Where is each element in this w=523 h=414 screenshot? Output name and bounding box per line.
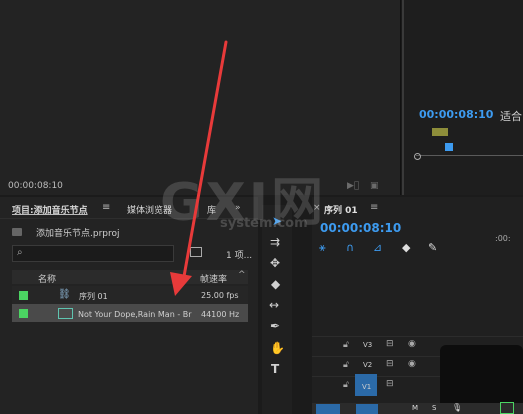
track-target-a1[interactable] <box>356 404 378 414</box>
column-header-name[interactable]: 名称 <box>38 272 56 285</box>
search-input[interactable] <box>12 245 174 262</box>
audio-clip-block[interactable] <box>500 402 514 414</box>
lock-icon[interactable]: 🔓︎ <box>343 360 349 370</box>
tab-project[interactable]: 项目:添加音乐节点 <box>12 203 88 216</box>
watermark-url: system.com <box>220 216 308 231</box>
solo-button[interactable]: S <box>432 404 436 412</box>
eye-icon[interactable]: ◉ <box>408 359 416 369</box>
audio-clip-icon <box>58 308 73 319</box>
source-patch-a1[interactable] <box>316 404 340 414</box>
panel-menu-icon[interactable]: ≡ <box>102 202 110 213</box>
settings-wrench-icon[interactable]: ✎ <box>428 241 437 254</box>
track-name: V2 <box>363 361 373 369</box>
export-frame-icon[interactable]: ▶⃞ <box>347 181 359 191</box>
razor-tool-icon[interactable]: ◆ <box>271 277 280 291</box>
track-select-tool-icon[interactable]: ⇉ <box>270 235 280 249</box>
eye-icon[interactable]: ◉ <box>408 339 416 349</box>
voiceover-record-icon[interactable]: 🎙︎ <box>452 403 462 412</box>
lock-icon[interactable]: 🔓︎ <box>343 340 349 350</box>
slip-tool-icon[interactable]: ↔ <box>269 298 279 312</box>
sort-arrow-icon[interactable]: ^ <box>238 270 246 280</box>
camera-icon[interactable]: ▣ <box>370 181 379 191</box>
sequence-icon: ⛓ <box>58 289 71 300</box>
program-monitor-panel <box>402 0 523 195</box>
label-color-swatch[interactable] <box>19 291 28 300</box>
hand-tool-icon[interactable]: ✋ <box>270 341 285 355</box>
new-bin-icon[interactable] <box>190 247 202 257</box>
nest-icon[interactable]: ⚹ <box>319 241 326 255</box>
timeline-timecode[interactable]: 00:00:08:10 <box>320 221 401 235</box>
sync-lock-icon[interactable]: ⊟ <box>386 379 394 389</box>
add-marker-icon[interactable]: ◆ <box>402 241 410 254</box>
item-name: Not Your Dope,Rain Man - Br <box>78 310 192 319</box>
timeline-tab-title[interactable]: 序列 01 <box>324 203 358 216</box>
snap-icon[interactable]: ∩ <box>346 241 354 254</box>
project-file-name: 添加音乐节点.prproj <box>36 229 120 239</box>
mute-button[interactable]: M <box>412 404 418 412</box>
panel-menu-icon[interactable]: ≡ <box>370 202 378 213</box>
item-name: 序列 01 <box>79 292 108 301</box>
ripple-edit-tool-icon[interactable]: ✥ <box>270 256 280 270</box>
scrub-start-handle[interactable] <box>414 153 421 160</box>
program-scrub-bar[interactable] <box>416 155 523 156</box>
sync-lock-icon[interactable]: ⊟ <box>386 339 394 349</box>
search-icon: ⌕ <box>17 247 23 258</box>
program-timecode[interactable]: 00:00:08:10 <box>419 108 493 121</box>
item-count: 1 项... <box>226 251 253 261</box>
sync-lock-icon[interactable]: ⊟ <box>386 359 394 369</box>
type-tool-icon[interactable]: T <box>271 362 279 376</box>
program-playhead[interactable] <box>445 143 453 151</box>
pen-tool-icon[interactable]: ✒ <box>270 319 280 333</box>
column-header-fps[interactable]: 帧速率 <box>200 272 227 285</box>
fit-zoom-select[interactable]: 适合 <box>500 108 522 124</box>
lock-icon[interactable]: 🔓︎ <box>343 380 349 390</box>
track-name: V3 <box>363 341 373 349</box>
label-color-swatch[interactable] <box>19 309 28 318</box>
ruler-time-label: :00: <box>495 234 511 243</box>
in-out-marker <box>432 128 448 136</box>
item-fps: 44100 Hz <box>201 310 240 319</box>
item-fps: 25.00 fps <box>201 291 239 300</box>
linked-selection-icon[interactable]: ⊿ <box>373 241 382 254</box>
track-name: V1 <box>362 383 372 391</box>
project-file-icon <box>12 228 22 236</box>
source-timecode: 00:00:08:10 <box>8 181 63 191</box>
